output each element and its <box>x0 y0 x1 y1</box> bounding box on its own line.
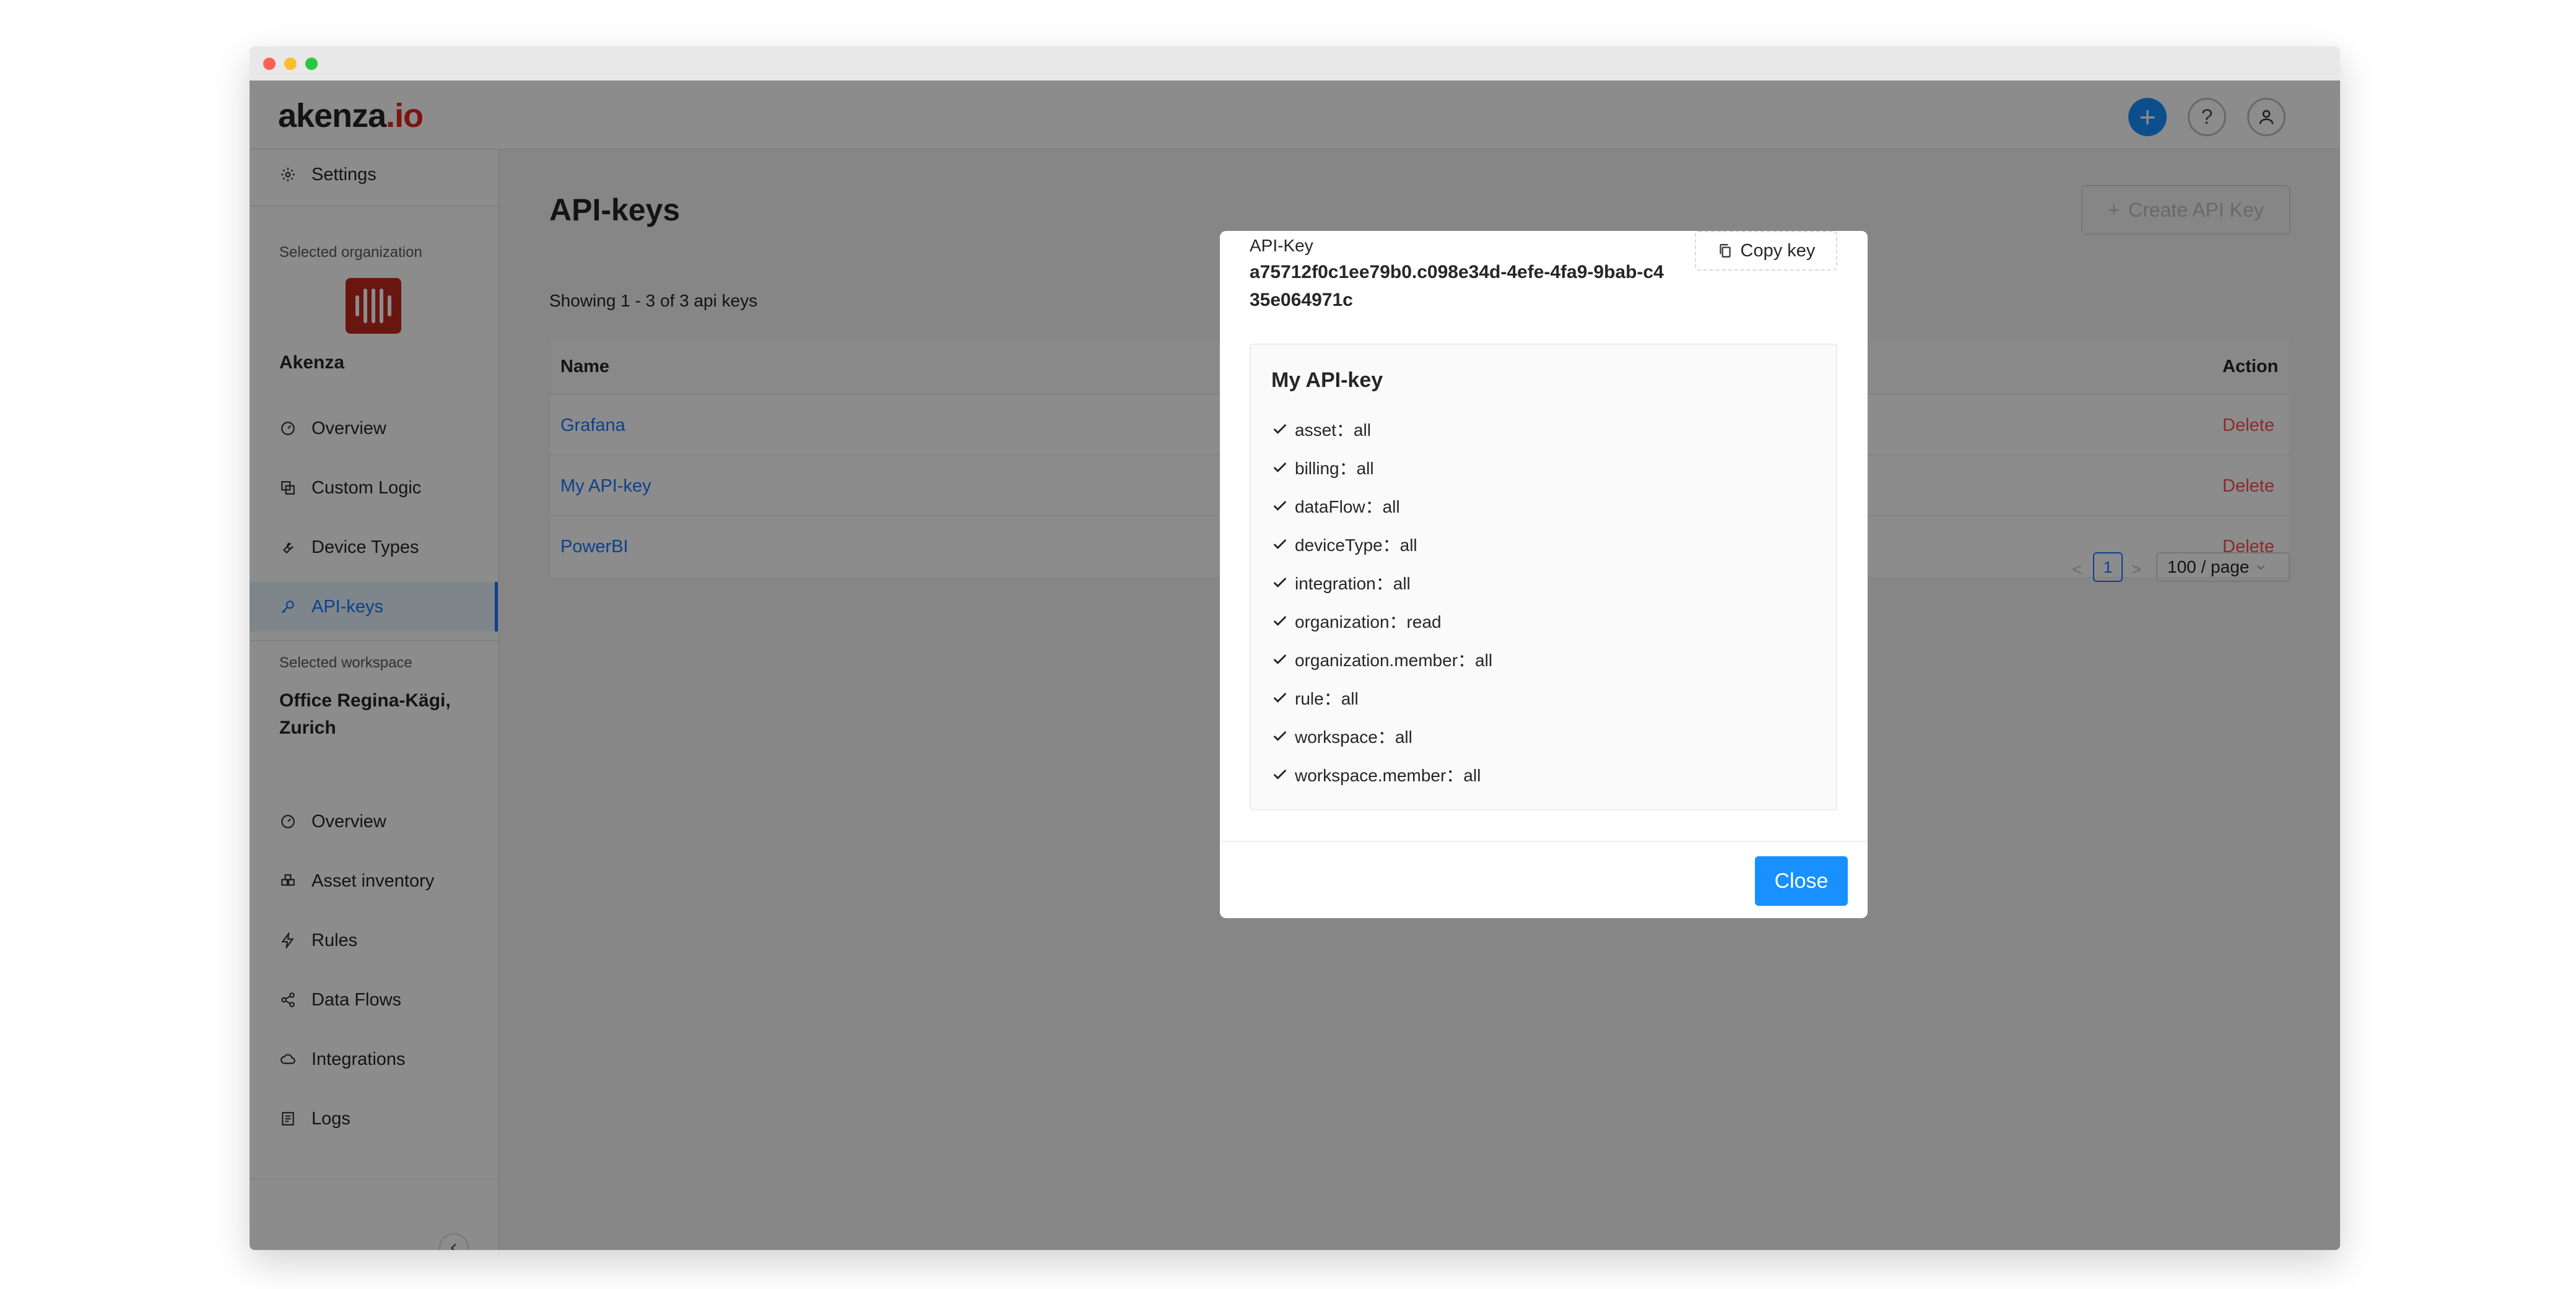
permissions-title: My API-key <box>1271 368 1383 392</box>
permission-item: organization.member：all <box>1271 646 1492 673</box>
api-key-label: API-Key <box>1250 236 1313 255</box>
check-icon <box>1271 612 1290 630</box>
permission-text: asset：all <box>1295 420 1371 440</box>
permission-text: workspace.member：all <box>1295 766 1481 785</box>
permission-item: deviceType：all <box>1271 531 1417 558</box>
check-icon <box>1271 458 1290 477</box>
minimize-window-dot[interactable] <box>284 58 297 70</box>
check-icon <box>1271 535 1290 553</box>
permission-text: workspace：all <box>1295 727 1412 747</box>
check-icon <box>1271 688 1290 707</box>
permission-item: workspace.member：all <box>1271 761 1481 788</box>
permission-text: organization：read <box>1295 612 1442 631</box>
copy-icon <box>1719 244 1731 258</box>
modal-footer-divider <box>1220 841 1868 842</box>
check-icon <box>1271 497 1290 515</box>
check-icon <box>1271 573 1290 592</box>
check-icon <box>1271 650 1290 669</box>
permission-text: rule：all <box>1295 689 1359 708</box>
permission-text: integration：all <box>1295 574 1411 593</box>
browser-window: akenza.io + ? Settings Selected organiza… <box>250 46 2340 1250</box>
permission-text: organization.member：all <box>1295 651 1493 670</box>
maximize-window-dot[interactable] <box>305 58 318 70</box>
permission-text: billing：all <box>1295 459 1374 478</box>
permission-item: workspace：all <box>1271 723 1412 750</box>
permission-item: asset：all <box>1271 415 1371 443</box>
copy-key-label: Copy key <box>1740 240 1816 261</box>
permission-text: dataFlow：all <box>1295 497 1400 516</box>
permission-text: deviceType：all <box>1295 536 1417 555</box>
api-key-value: a75712f0c1ee79b0.c098e34d-4efe-4fa9-9bab… <box>1250 262 1664 310</box>
permission-item: integration：all <box>1271 569 1411 596</box>
copy-key-button[interactable]: Copy key <box>1695 231 1837 271</box>
permissions-panel: My API-key asset：all billing：all dataFlo… <box>1250 344 1837 810</box>
permission-item: rule：all <box>1271 684 1359 711</box>
permission-item: dataFlow：all <box>1271 492 1400 519</box>
window-titlebar <box>250 46 2340 80</box>
check-icon <box>1271 420 1290 438</box>
close-window-dot[interactable] <box>263 58 276 70</box>
check-icon <box>1271 727 1290 745</box>
check-icon <box>1271 765 1290 784</box>
api-key-modal: API-Key a75712f0c1ee79b0.c098e34d-4efe-4… <box>1220 231 1868 918</box>
permission-item: organization：read <box>1271 607 1442 635</box>
close-button[interactable]: Close <box>1755 856 1848 906</box>
permission-item: billing：all <box>1271 454 1374 481</box>
